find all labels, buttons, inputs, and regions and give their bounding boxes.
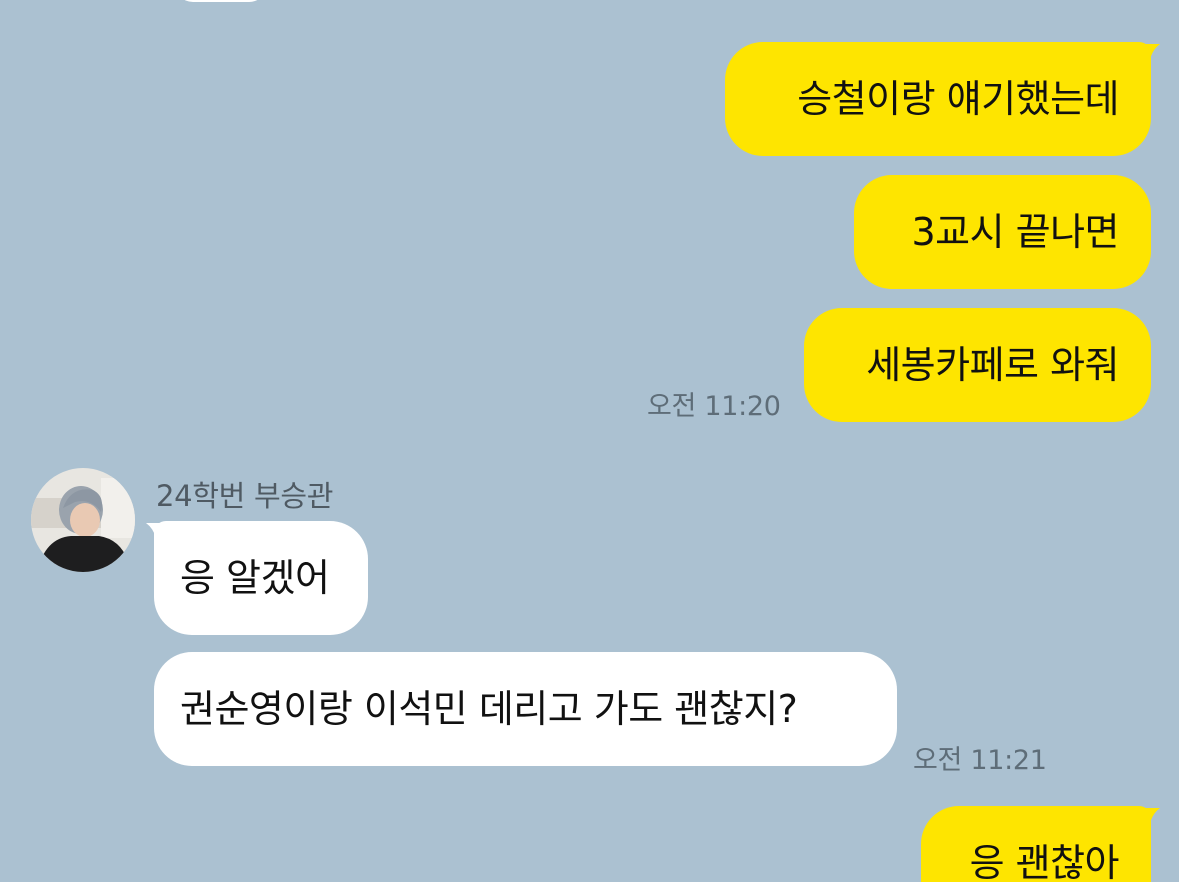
my-message-bubble[interactable]: 응 괜찮아 [921, 806, 1151, 882]
previous-message-bubble[interactable] [175, 0, 267, 2]
profile-photo-icon [31, 468, 135, 572]
my-message-bubble[interactable]: 세봉카페로 와줘 [804, 308, 1151, 422]
bubble-tail-icon [1126, 808, 1160, 848]
my-message-bubble[interactable]: 승철이랑 얘기했는데 [725, 42, 1151, 156]
message-text: 응 알겠어 [180, 556, 330, 600]
message-text: 권순영이랑 이석민 데리고 가도 괜찮지? [180, 687, 798, 731]
their-message-bubble[interactable]: 권순영이랑 이석민 데리고 가도 괜찮지? [154, 652, 897, 766]
message-text: 3교시 끝나면 [911, 210, 1119, 254]
chat-screen: 승철이랑 얘기했는데 3교시 끝나면 세봉카페로 와줘 오전 11:20 24학… [0, 0, 1179, 882]
message-timestamp: 오전 11:20 [647, 391, 781, 422]
message-text: 세봉카페로 와줘 [866, 343, 1119, 387]
my-message-bubble[interactable]: 3교시 끝나면 [854, 175, 1151, 289]
message-text: 응 괜찮아 [969, 841, 1120, 882]
message-text: 승철이랑 얘기했는데 [797, 77, 1119, 121]
bubble-tail-icon [1126, 44, 1160, 84]
sender-name[interactable]: 24학번 부승관 [156, 473, 333, 515]
message-timestamp: 오전 11:21 [913, 745, 1047, 776]
their-message-bubble[interactable]: 응 알겠어 [154, 521, 368, 635]
bubble-tail-icon [146, 523, 180, 563]
avatar[interactable] [31, 468, 135, 572]
